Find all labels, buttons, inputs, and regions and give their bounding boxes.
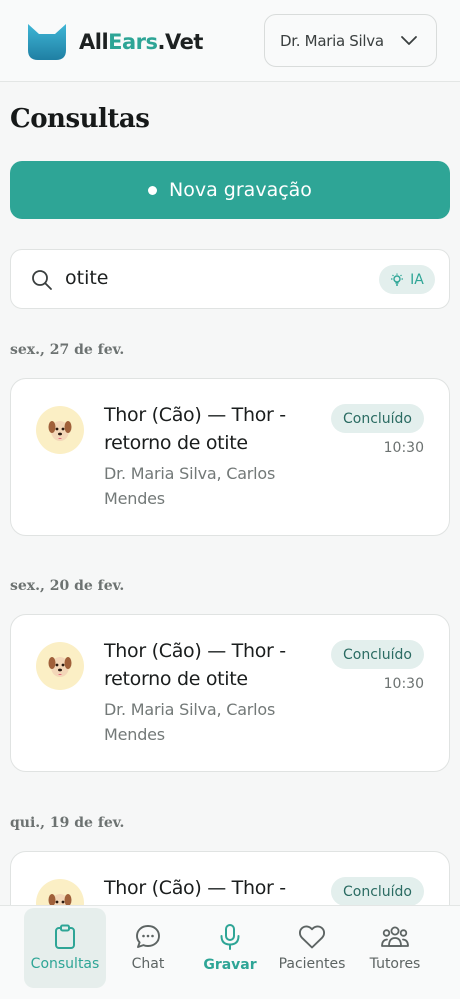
app-logo[interactable]: AllEars.Vet (25, 22, 203, 62)
record-dot-icon (148, 185, 158, 195)
app-header: AllEars.Vet Dr. Maria Silva (0, 0, 460, 82)
new-recording-button[interactable]: Nova gravação (10, 161, 450, 219)
status-badge: Concluído (330, 640, 424, 669)
user-selector[interactable]: Dr. Maria Silva (264, 14, 437, 67)
consultation-title: Thor (Cão) — Thor - retorno de otite (104, 640, 286, 690)
page-title: Consultas (10, 104, 150, 134)
dog-icon (48, 421, 72, 441)
dog-avatar (36, 642, 84, 690)
tab-label: Tutores (369, 956, 421, 972)
tab-consultas[interactable]: Consultas (24, 908, 106, 988)
tab-label: Chat (131, 956, 165, 972)
people-icon (381, 926, 409, 947)
tab-chat[interactable]: Chat (107, 908, 189, 988)
consultation-card[interactable]: Thor (Cão) — Thor - retorno de otite Dr.… (10, 614, 450, 772)
date-group-label: qui., 19 de fev. (10, 815, 125, 831)
chevron-down-icon (401, 36, 417, 45)
chat-bubble-icon (136, 925, 160, 948)
heart-icon (298, 925, 326, 949)
consultation-title: Thor (Cão) — Thor - (104, 877, 286, 899)
consultation-participants: Dr. Maria Silva, Carlos Mendes (104, 464, 276, 508)
lightbulb-icon (391, 273, 404, 286)
consultation-title: Thor (Cão) — Thor - retorno de otite (104, 404, 286, 454)
tab-label: Pacientes (278, 956, 346, 972)
ai-badge-label: IA (410, 271, 424, 288)
dog-avatar (36, 406, 84, 454)
tab-gravar[interactable]: Gravar (189, 908, 271, 988)
consultation-time: 10:30 (383, 440, 424, 456)
consultation-time: 10:30 (383, 676, 424, 692)
consultation-participants: Dr. Maria Silva, Carlos Mendes (104, 700, 276, 744)
date-group-label: sex., 20 de fev. (10, 578, 125, 594)
search-bar[interactable]: IA (10, 249, 450, 309)
tab-pacientes[interactable]: Pacientes (271, 908, 353, 988)
bottom-tab-bar: Consultas Chat Gravar Pacientes Tutores (0, 905, 460, 999)
dog-icon (48, 657, 72, 677)
new-recording-label: Nova gravação (169, 179, 312, 201)
cat-logo-icon (28, 24, 66, 60)
status-badge: Concluído (330, 404, 424, 433)
search-icon (32, 270, 52, 290)
tab-label: Consultas (30, 956, 100, 972)
tab-label: Gravar (203, 957, 257, 973)
ai-search-toggle[interactable]: IA (379, 265, 435, 294)
date-group-label: sex., 27 de fev. (10, 342, 125, 358)
tab-tutores[interactable]: Tutores (354, 908, 436, 988)
clipboard-icon (55, 924, 75, 949)
search-input[interactable] (65, 267, 365, 289)
user-name: Dr. Maria Silva (280, 31, 384, 50)
microphone-icon (220, 924, 240, 950)
status-badge: Concluído (330, 877, 424, 906)
consultation-card[interactable]: Thor (Cão) — Thor - retorno de otite Dr.… (10, 378, 450, 536)
app-name: AllEars.Vet (79, 30, 203, 54)
